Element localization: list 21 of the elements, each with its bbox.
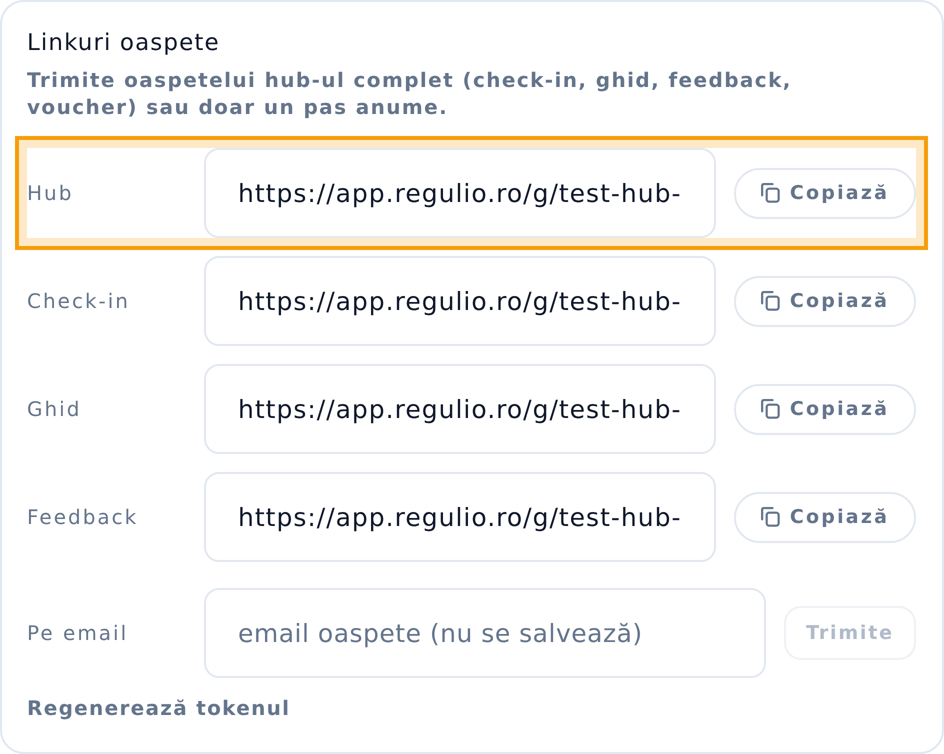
copy-icon	[760, 291, 780, 311]
copy-button[interactable]: Copiază	[734, 168, 916, 218]
link-url-field[interactable]: https://app.regulio.ro/g/test-hub-	[204, 256, 716, 346]
email-label: Pe email	[27, 621, 130, 645]
copy-icon	[760, 183, 780, 203]
link-label: Hub	[27, 181, 74, 205]
link-url-field[interactable]: https://app.regulio.ro/g/test-hub-	[204, 364, 716, 454]
copy-button[interactable]: Copiază	[734, 384, 916, 434]
link-url-field[interactable]: https://app.regulio.ro/g/test-hub-	[204, 472, 716, 562]
copy-button[interactable]: Copiază	[734, 276, 916, 326]
regenerate-token-link[interactable]: Regenerează tokenul	[27, 695, 290, 722]
link-url-field[interactable]: https://app.regulio.ro/g/test-hub-	[204, 148, 716, 238]
copy-icon	[760, 399, 780, 419]
link-label: Check-in	[27, 289, 131, 313]
link-label: Ghid	[27, 397, 82, 421]
copy-button[interactable]: Copiază	[734, 492, 916, 542]
link-label: Feedback	[27, 505, 140, 529]
email-field[interactable]: email oaspete (nu se salvează)	[204, 588, 766, 678]
card-description: Trimite oaspetelui hub-ul complet (check-in, ghid, feedback, voucher) sau doar un pas anume.	[27, 67, 793, 121]
card-title: Linkuri oaspete	[27, 29, 220, 57]
copy-icon	[760, 507, 780, 527]
